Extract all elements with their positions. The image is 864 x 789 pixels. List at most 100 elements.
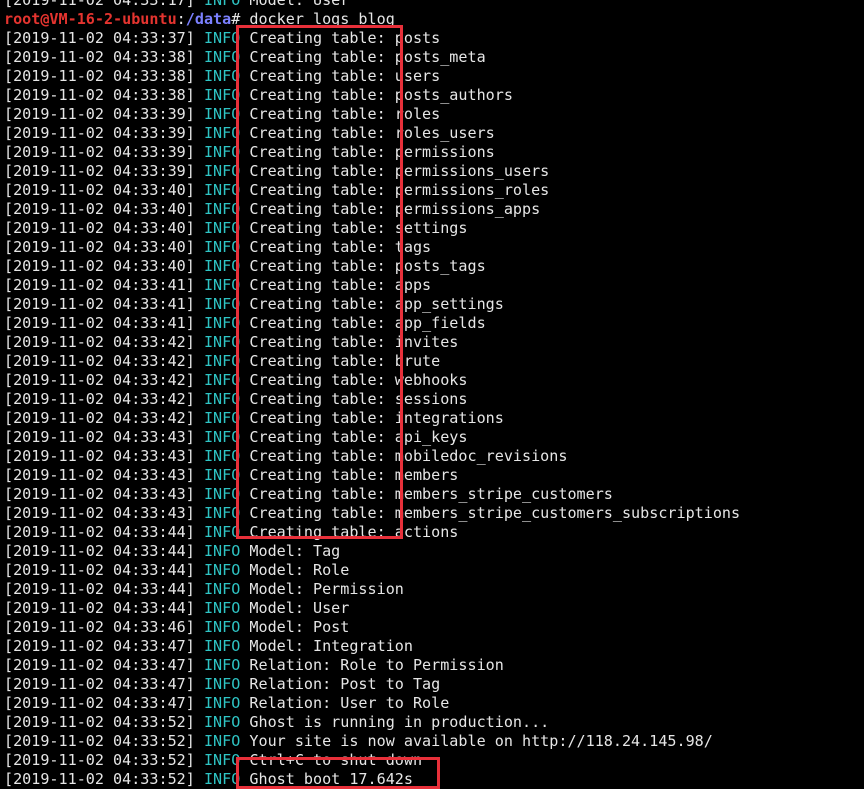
log-timestamp: [2019-11-02 04:33:41] (4, 295, 195, 313)
log-message: Creating table: members_stripe_customers… (249, 504, 741, 522)
log-message: Creating table: permissions (249, 143, 495, 161)
log-timestamp: [2019-11-02 04:33:40] (4, 238, 195, 256)
log-message: Creating table: invites (249, 333, 459, 351)
log-line: [2019-11-02 04:33:44] INFO Model: User (0, 599, 864, 618)
log-line: [2019-11-02 04:33:41] INFO Creating tabl… (0, 295, 864, 314)
log-level: INFO (203, 219, 241, 237)
log-timestamp: [2019-11-02 04:33:39] (4, 162, 195, 180)
log-level: INFO (203, 485, 241, 503)
log-line: [2019-11-02 04:33:40] INFO Creating tabl… (0, 238, 864, 257)
log-line: [2019-11-02 04:33:43] INFO Creating tabl… (0, 485, 864, 504)
log-message: Relation: User to Role (249, 694, 450, 712)
log-timestamp: [2019-11-02 04:33:40] (4, 219, 195, 237)
log-message: Creating table: settings (249, 219, 468, 237)
log-line: [2019-11-02 04:33:42] INFO Creating tabl… (0, 371, 864, 390)
log-message: Creating table: brute (249, 352, 441, 370)
log-line: [2019-11-02 04:33:44] INFO Creating tabl… (0, 523, 864, 542)
log-message: Creating table: members_stripe_customers (249, 485, 613, 503)
log-message: Creating table: sessions (249, 390, 468, 408)
log-level: INFO (203, 0, 241, 9)
log-level: INFO (203, 732, 241, 750)
log-message: Model: Role (249, 561, 350, 579)
log-timestamp: [2019-11-02 04:33:44] (4, 523, 195, 541)
log-timestamp: [2019-11-02 04:33:43] (4, 466, 195, 484)
log-level: INFO (203, 333, 241, 351)
log-line: [2019-11-02 04:33:37] INFO Creating tabl… (0, 29, 864, 48)
log-message: Model: Tag (249, 542, 341, 560)
log-timestamp: [2019-11-02 04:33:47] (4, 656, 195, 674)
log-level: INFO (203, 618, 241, 636)
log-level: INFO (203, 238, 241, 256)
log-level: INFO (203, 371, 241, 389)
log-level: INFO (203, 124, 241, 142)
log-message: Model: Post (249, 618, 350, 636)
log-line: [2019-11-02 04:33:43] INFO Creating tabl… (0, 504, 864, 523)
log-level: INFO (203, 523, 241, 541)
log-line: [2019-11-02 04:33:47] INFO Model: Integr… (0, 637, 864, 656)
log-timestamp: [2019-11-02 04:33:38] (4, 48, 195, 66)
log-line: [2019-11-02 04:33:52] INFO Ctrl+C to shu… (0, 751, 864, 770)
log-message: Creating table: members (249, 466, 459, 484)
log-message: Ctrl+C to shut down (249, 751, 423, 769)
log-line: [2019-11-02 04:33:47] INFO Relation: Use… (0, 694, 864, 713)
log-message: Creating table: permissions_apps (249, 200, 541, 218)
log-level: INFO (203, 29, 241, 47)
log-timestamp: [2019-11-02 04:33:41] (4, 314, 195, 332)
log-line: [2019-11-02 04:33:43] INFO Creating tabl… (0, 447, 864, 466)
log-level: INFO (203, 86, 241, 104)
log-level: INFO (203, 466, 241, 484)
log-level: INFO (203, 694, 241, 712)
log-timestamp: [2019-11-02 04:33:38] (4, 67, 195, 85)
log-message: Creating table: app_fields (249, 314, 486, 332)
log-level: INFO (203, 675, 241, 693)
log-message: Creating table: posts (249, 29, 441, 47)
log-line: [2019-11-02 04:33:47] INFO Relation: Pos… (0, 675, 864, 694)
log-timestamp: [2019-11-02 04:33:39] (4, 143, 195, 161)
log-line: [2019-11-02 04:33:39] INFO Creating tabl… (0, 105, 864, 124)
log-level: INFO (203, 257, 241, 275)
log-level: INFO (203, 276, 241, 294)
log-line: [2019-11-02 04:33:44] INFO Model: Role (0, 561, 864, 580)
log-level: INFO (203, 295, 241, 313)
log-message: Creating table: apps (249, 276, 432, 294)
log-level: INFO (203, 67, 241, 85)
log-timestamp: [2019-11-02 04:33:42] (4, 390, 195, 408)
log-line: [2019-11-02 04:33:40] INFO Creating tabl… (0, 257, 864, 276)
shell-prompt-line: root@VM-16-2-ubuntu:/data# docker logs b… (0, 10, 864, 29)
log-line: [2019-11-02 04:33:41] INFO Creating tabl… (0, 314, 864, 333)
prompt-symbol: # (231, 10, 241, 28)
log-level: INFO (203, 428, 241, 446)
log-timestamp: [2019-11-02 04:33:39] (4, 105, 195, 123)
log-line-partial: [2019-11-02 04:33:17] INFO Model: User (0, 0, 864, 10)
log-level: INFO (203, 599, 241, 617)
log-message: Creating table: posts_authors (249, 86, 513, 104)
log-line: [2019-11-02 04:33:38] INFO Creating tabl… (0, 48, 864, 67)
prompt-path: /data (185, 10, 232, 28)
terminal-window[interactable]: [2019-11-02 04:33:17] INFO Model: User r… (0, 0, 864, 789)
log-timestamp: [2019-11-02 04:33:47] (4, 675, 195, 693)
log-timestamp: [2019-11-02 04:33:43] (4, 485, 195, 503)
log-line: [2019-11-02 04:33:39] INFO Creating tabl… (0, 162, 864, 181)
log-level: INFO (203, 751, 241, 769)
log-timestamp: [2019-11-02 04:33:47] (4, 694, 195, 712)
log-message: Model: User (249, 0, 350, 9)
log-level: INFO (203, 181, 241, 199)
log-line: [2019-11-02 04:33:38] INFO Creating tabl… (0, 67, 864, 86)
log-level: INFO (203, 542, 241, 560)
log-message: Creating table: integrations (249, 409, 504, 427)
log-timestamp: [2019-11-02 04:33:42] (4, 371, 195, 389)
log-level: INFO (203, 352, 241, 370)
log-message: Creating table: roles_users (249, 124, 495, 142)
log-line: [2019-11-02 04:33:42] INFO Creating tabl… (0, 333, 864, 352)
log-timestamp: [2019-11-02 04:33:52] (4, 732, 195, 750)
log-message: Creating table: api_keys (249, 428, 468, 446)
log-message: Ghost is running in production... (249, 713, 550, 731)
log-line: [2019-11-02 04:33:52] INFO Ghost boot 17… (0, 770, 864, 789)
log-line: [2019-11-02 04:33:46] INFO Model: Post (0, 618, 864, 637)
log-timestamp: [2019-11-02 04:33:42] (4, 409, 195, 427)
log-line: [2019-11-02 04:33:40] INFO Creating tabl… (0, 219, 864, 238)
log-line: [2019-11-02 04:33:40] INFO Creating tabl… (0, 200, 864, 219)
log-message: Relation: Role to Permission (249, 656, 504, 674)
log-message: Creating table: posts_tags (249, 257, 486, 275)
log-output: [2019-11-02 04:33:37] INFO Creating tabl… (0, 29, 864, 789)
